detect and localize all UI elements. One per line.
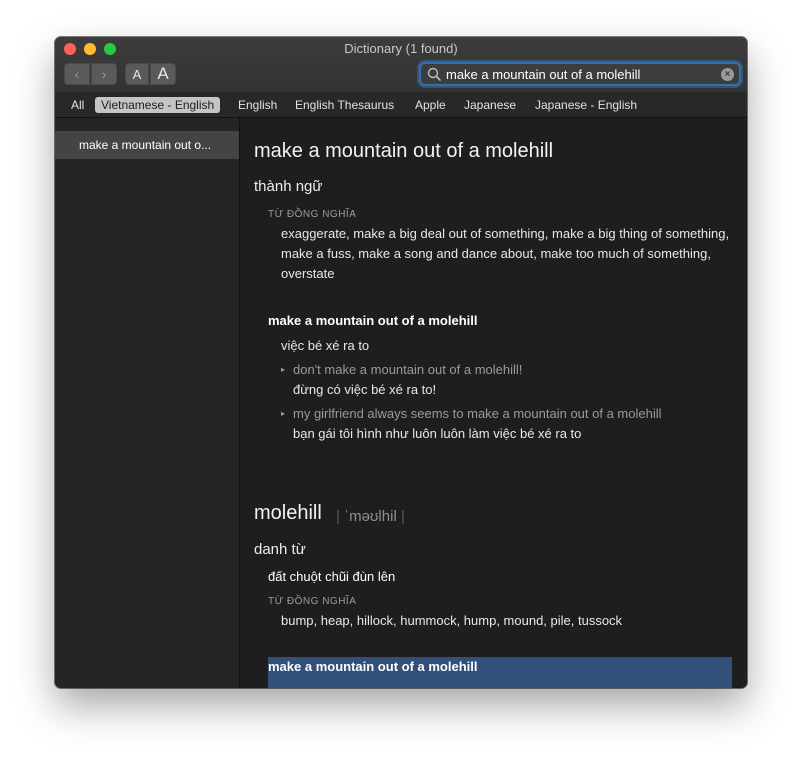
example-vietnamese: bạn gái tôi hình như luôn luôn làm việc … — [293, 426, 582, 441]
synonyms-text: exaggerate, make a big deal out of somet… — [281, 226, 730, 281]
pronunciation-text: ˈməʊlhil — [344, 508, 397, 525]
phrase-heading: make a mountain out of a molehill — [268, 659, 478, 674]
increase-font-button[interactable]: A — [150, 63, 176, 85]
synonyms-label: TỪ ĐỒNG NGHĨA — [268, 209, 357, 220]
back-button[interactable]: ‹ — [64, 63, 90, 85]
example-vietnamese: đừng có việc bé xé ra to! — [293, 382, 437, 397]
highlighted-phrase[interactable]: make a mountain out of a molehill — [268, 657, 732, 688]
definition-content: make a mountain out of a molehill thành … — [240, 118, 747, 688]
clear-search-icon[interactable]: × — [721, 67, 734, 81]
pronunciation: | ˈməʊlhil | — [336, 508, 405, 525]
dictionary-tabs: All Vietnamese - English English English… — [55, 92, 747, 118]
dictionary-window: Dictionary (1 found) ‹ › A A × All Vietn… — [55, 37, 747, 688]
tab-japanese[interactable]: Japanese — [458, 97, 522, 113]
chevron-left-icon: ‹ — [74, 66, 80, 82]
forward-button[interactable]: › — [91, 63, 117, 85]
phrase-heading: make a mountain out of a molehill — [268, 313, 478, 328]
phrase-meaning: việc bé xé ra to — [281, 338, 370, 353]
example-english: don't make a mountain out of a molehill! — [293, 362, 523, 377]
search-icon — [427, 67, 441, 81]
part-of-speech: thành ngữ — [254, 178, 323, 195]
synonyms-label: TỪ ĐỒNG NGHĨA — [268, 596, 357, 607]
results-sidebar: make a mountain out o... — [55, 118, 240, 688]
font-size-buttons: A A — [125, 63, 176, 85]
entry-headword: make a mountain out of a molehill — [254, 140, 554, 162]
disclosure-triangle-icon: ▸ — [281, 365, 286, 374]
navigation-buttons: ‹ › — [64, 63, 117, 85]
tab-all[interactable]: All — [65, 97, 90, 113]
tab-apple[interactable]: Apple — [409, 97, 452, 113]
disclosure-triangle-icon: ▸ — [281, 409, 286, 418]
tab-vietnamese-english[interactable]: Vietnamese - English — [95, 97, 221, 113]
example-item: ▸ don't make a mountain out of a molehil… — [281, 360, 741, 400]
sidebar-result-item[interactable]: make a mountain out o... — [55, 131, 239, 159]
chevron-right-icon: › — [101, 66, 107, 82]
window-title: Dictionary (1 found) — [344, 41, 458, 56]
search-input[interactable] — [442, 65, 721, 83]
tab-english-thesaurus[interactable]: English Thesaurus — [289, 97, 400, 113]
part-of-speech: danh từ — [254, 541, 306, 558]
example-english: my girlfriend always seems to make a mou… — [293, 406, 662, 421]
titlebar: Dictionary (1 found) ‹ › A A × — [55, 37, 747, 92]
tab-japanese-english[interactable]: Japanese - English — [529, 97, 643, 113]
synonyms-text: bump, heap, hillock, hummock, hump, moun… — [281, 613, 623, 628]
decrease-font-button[interactable]: A — [125, 63, 149, 85]
sense-meaning: đất chuột chũi đùn lên — [268, 569, 396, 584]
example-item: ▸ my girlfriend always seems to make a m… — [281, 404, 741, 444]
entry-headword: molehill — [254, 502, 322, 524]
search-field[interactable]: × — [419, 62, 741, 86]
tab-english[interactable]: English — [232, 97, 283, 113]
